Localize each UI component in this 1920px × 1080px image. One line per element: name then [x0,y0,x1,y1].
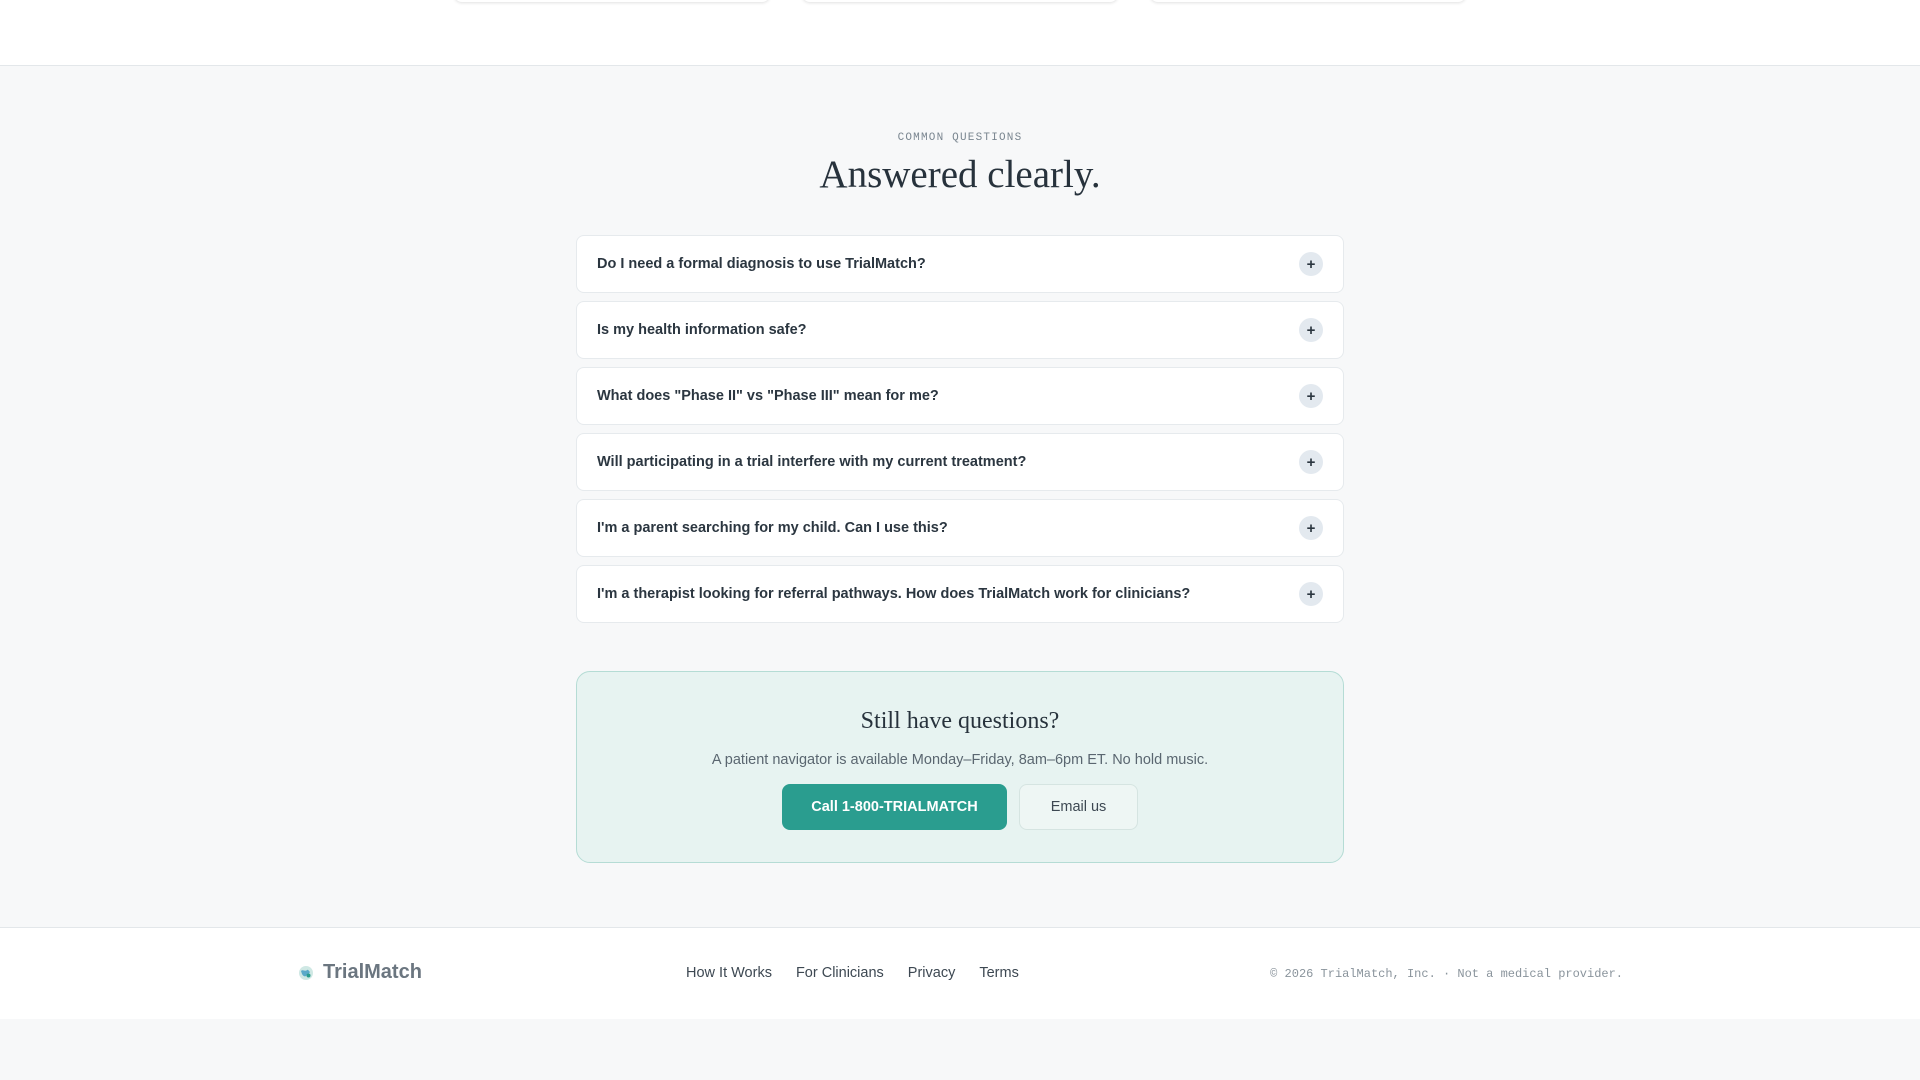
footer-link-for-clinicians[interactable]: For Clinicians [796,965,884,981]
plus-icon[interactable]: + [1299,252,1323,276]
footer-brand[interactable]: TrialMatch [298,961,422,984]
faq-question: Is my health information safe? [597,322,807,338]
faq-question: What does "Phase II" vs "Phase III" mean… [597,388,939,404]
plus-icon[interactable]: + [1299,384,1323,408]
top-card [1150,0,1466,2]
faq-item[interactable]: I'm a parent searching for my child. Can… [576,499,1344,557]
cta-title: Still have questions? [860,708,1060,734]
plus-icon[interactable]: + [1299,582,1323,606]
cta-buttons: Call 1-800-TRIALMATCH Email us [577,784,1343,830]
faq-question: I'm a therapist looking for referral pat… [597,586,1191,602]
footer-nav: How It Works For Clinicians Privacy Term… [686,965,1019,981]
faq-question: Will participating in a trial interfere … [597,454,1027,470]
faq-item[interactable]: Do I need a formal diagnosis to use Tria… [576,235,1344,293]
top-card-strip [0,0,1920,66]
faq-title: Answered clearly. [819,153,1101,196]
plus-icon[interactable]: + [1299,318,1323,342]
brand-name: TrialMatch [323,961,422,983]
footer-link-terms[interactable]: Terms [979,965,1018,981]
faq-section: COMMON QUESTIONS Answered clearly. Do I … [0,66,1920,927]
faq-question: Do I need a formal diagnosis to use Tria… [597,256,926,272]
copyright-text: © 2026 TrialMatch, Inc. · Not a medical … [1270,967,1623,981]
plus-icon[interactable]: + [1299,450,1323,474]
plus-icon[interactable]: + [1299,516,1323,540]
call-button[interactable]: Call 1-800-TRIALMATCH [782,784,1007,830]
faq-eyebrow: COMMON QUESTIONS [897,132,1023,144]
faq-item[interactable]: Is my health information safe? + [576,301,1344,359]
globe-logo-icon [299,965,313,980]
email-button[interactable]: Email us [1019,784,1138,830]
top-card [802,0,1118,2]
faq-item[interactable]: I'm a therapist looking for referral pat… [576,565,1344,623]
footer-link-privacy[interactable]: Privacy [908,965,956,981]
site-footer: TrialMatch How It Works For Clinicians P… [0,927,1920,1019]
faq-item[interactable]: What does "Phase II" vs "Phase III" mean… [576,367,1344,425]
top-card [454,0,770,2]
footer-link-how-it-works[interactable]: How It Works [686,965,772,981]
faq-item[interactable]: Will participating in a trial interfere … [576,433,1344,491]
faq-list: Do I need a formal diagnosis to use Tria… [576,235,1344,631]
contact-cta-box: Still have questions? A patient navigato… [576,671,1344,863]
faq-question: I'm a parent searching for my child. Can… [597,520,948,536]
cta-subtitle: A patient navigator is available Monday–… [711,752,1209,768]
